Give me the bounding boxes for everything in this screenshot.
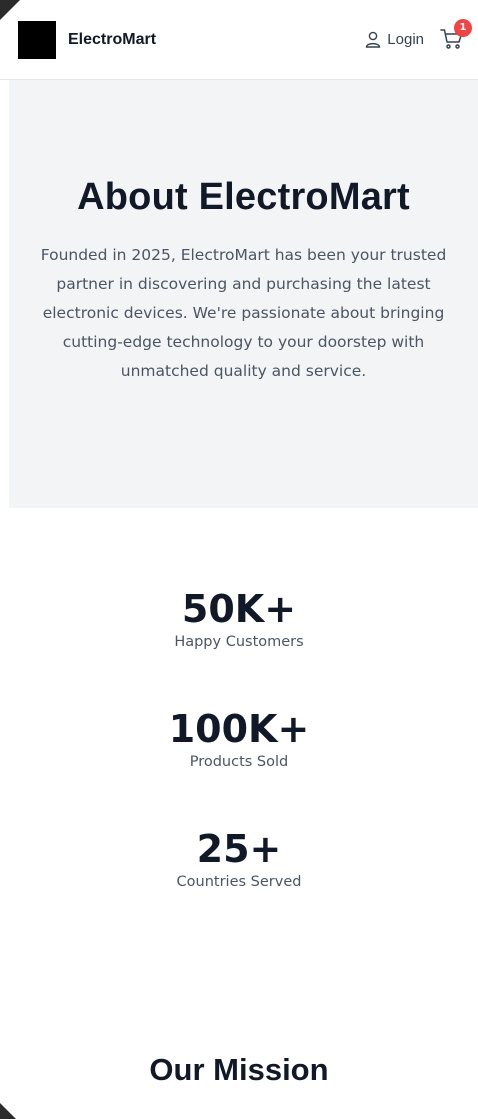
stat-label: Countries Served xyxy=(176,874,302,890)
logo xyxy=(18,20,56,59)
stat-value: 25+ xyxy=(196,827,282,871)
stat-label: Happy Customers xyxy=(174,634,304,650)
stat-label: Products Sold xyxy=(189,754,289,770)
page-title: About ElectroMart xyxy=(77,176,410,218)
stat-value: 100K+ xyxy=(168,707,310,751)
login-label: Login xyxy=(387,31,424,48)
stat-happy-customers: 50K+ Happy Customers xyxy=(174,586,303,706)
window-corner-bottom-left xyxy=(0,1103,16,1119)
brand-link[interactable]: ElectroMart xyxy=(18,20,157,59)
about-description: Founded in 2025, ElectroMart has been yo… xyxy=(40,246,447,380)
stats-section: 50K+ Happy Customers 100K+ Products Sold… xyxy=(0,508,478,946)
cart-count-badge: 1 xyxy=(454,18,472,37)
about-hero: About ElectroMart Founded in 2025, Elect… xyxy=(9,80,478,508)
user-icon xyxy=(365,31,381,48)
login-button[interactable]: Login xyxy=(365,31,424,48)
mission-heading: Our Mission xyxy=(149,1052,329,1087)
window-corner-top-left xyxy=(0,0,20,20)
page: ElectroMart Login 1 About ElectroMart Fo… xyxy=(0,0,478,1119)
stat-products-sold: 100K+ Products Sold xyxy=(169,706,310,826)
header-actions: Login 1 xyxy=(365,18,472,52)
stat-value: 50K+ xyxy=(181,587,297,631)
stat-countries-served: 25+ Countries Served xyxy=(177,826,302,946)
site-header: ElectroMart Login 1 xyxy=(0,0,478,80)
brand-name: ElectroMart xyxy=(68,30,157,48)
cart-button[interactable]: 1 xyxy=(440,18,472,52)
